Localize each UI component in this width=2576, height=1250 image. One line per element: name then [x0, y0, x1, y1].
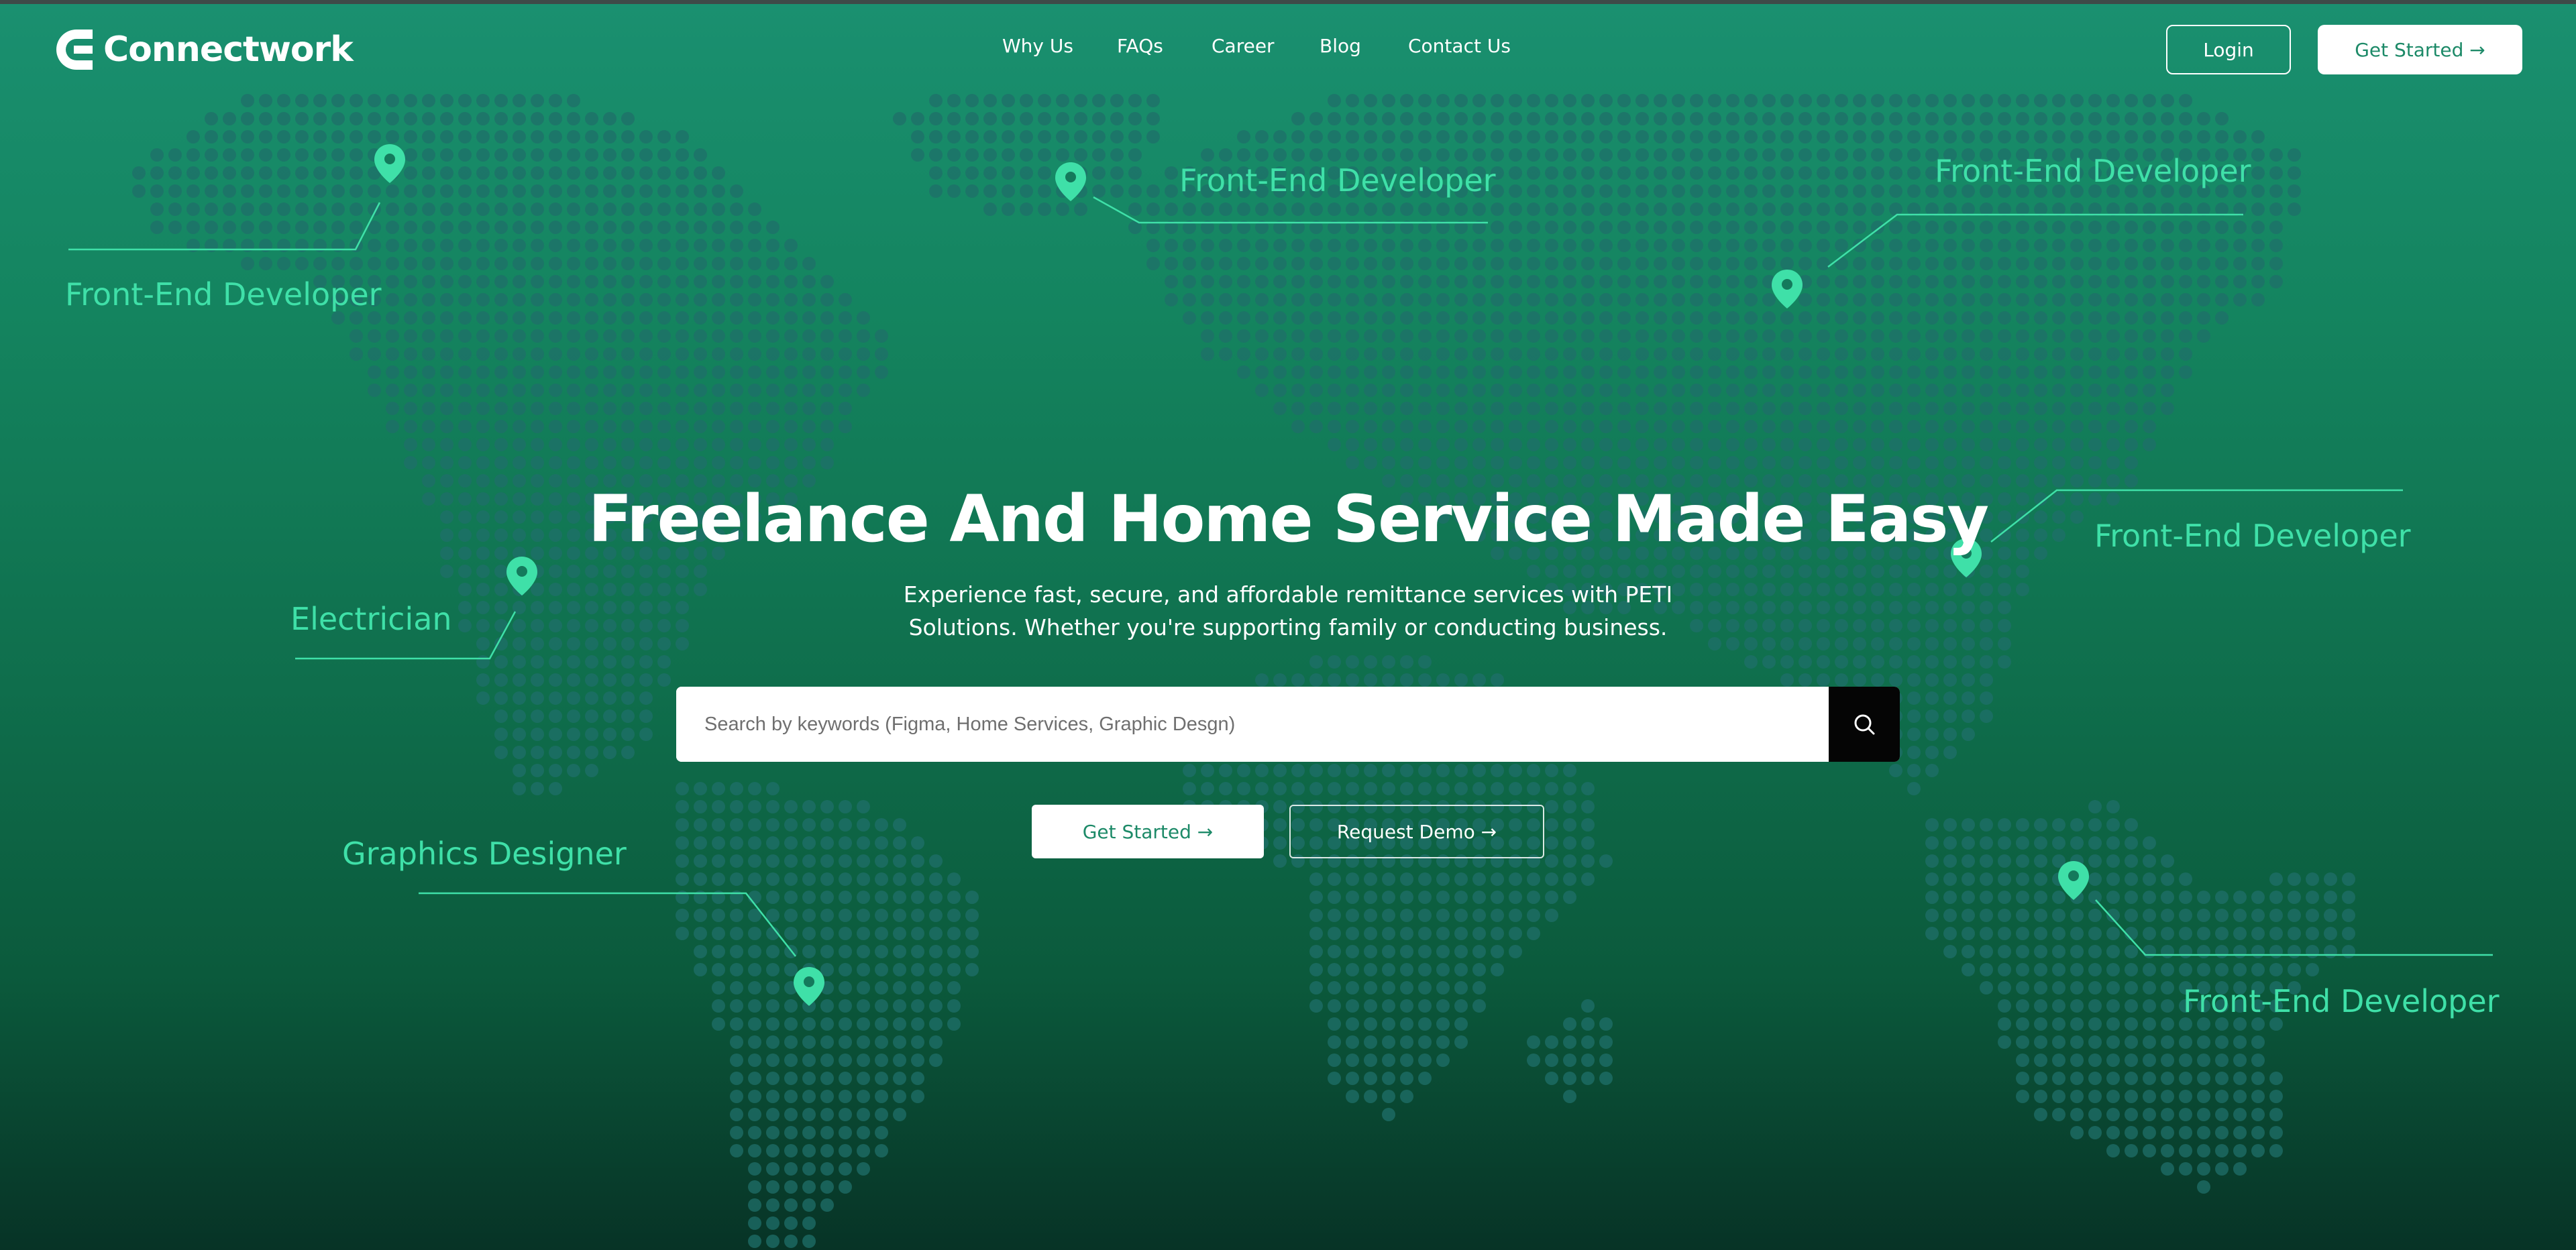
search-input[interactable]: [676, 687, 1829, 762]
map-pin-icon: [506, 557, 537, 595]
nav-item-contact-us[interactable]: Contact Us: [1408, 35, 1511, 57]
hero-subtitle-line-1: Experience fast, secure, and affordable …: [903, 581, 1673, 608]
request-demo-button[interactable]: Request Demo →: [1289, 805, 1544, 858]
nav-item-faqs[interactable]: FAQs: [1117, 35, 1163, 57]
nav-item-why-us[interactable]: Why Us: [1002, 35, 1073, 57]
search-button[interactable]: [1829, 687, 1900, 762]
map-pin-icon: [794, 967, 824, 1006]
map-label-front-end-developer: Front-End Developer: [2183, 983, 2500, 1019]
map-pin-icon: [374, 144, 405, 183]
map-label-front-end-developer: Front-End Developer: [65, 276, 382, 312]
hero-title: Freelance And Home Service Made Easy: [588, 481, 1989, 557]
search-icon: [1854, 714, 1875, 735]
map-pin-icon: [1055, 162, 1086, 201]
search-bar: [676, 687, 1900, 762]
nav-item-blog[interactable]: Blog: [1320, 35, 1361, 57]
map-label-graphics-designer: Graphics Designer: [342, 836, 627, 872]
hero-get-started-button[interactable]: Get Started →: [1032, 805, 1264, 858]
map-label-front-end-developer: Front-End Developer: [1179, 162, 1496, 198]
map-pin-icon: [1772, 270, 1803, 308]
hero-subtitle-line-2: Solutions. Whether you're supporting fam…: [908, 614, 1668, 640]
nav-item-career[interactable]: Career: [1212, 35, 1275, 57]
hero-subtitle: Experience fast, secure, and affordable …: [885, 578, 1690, 644]
map-label-electrician: Electrician: [290, 601, 452, 637]
header-get-started-button[interactable]: Get Started →: [2318, 25, 2522, 74]
map-pin-icon: [2058, 861, 2089, 900]
login-button[interactable]: Login: [2166, 25, 2291, 74]
map-label-front-end-developer: Front-End Developer: [1935, 153, 2251, 189]
